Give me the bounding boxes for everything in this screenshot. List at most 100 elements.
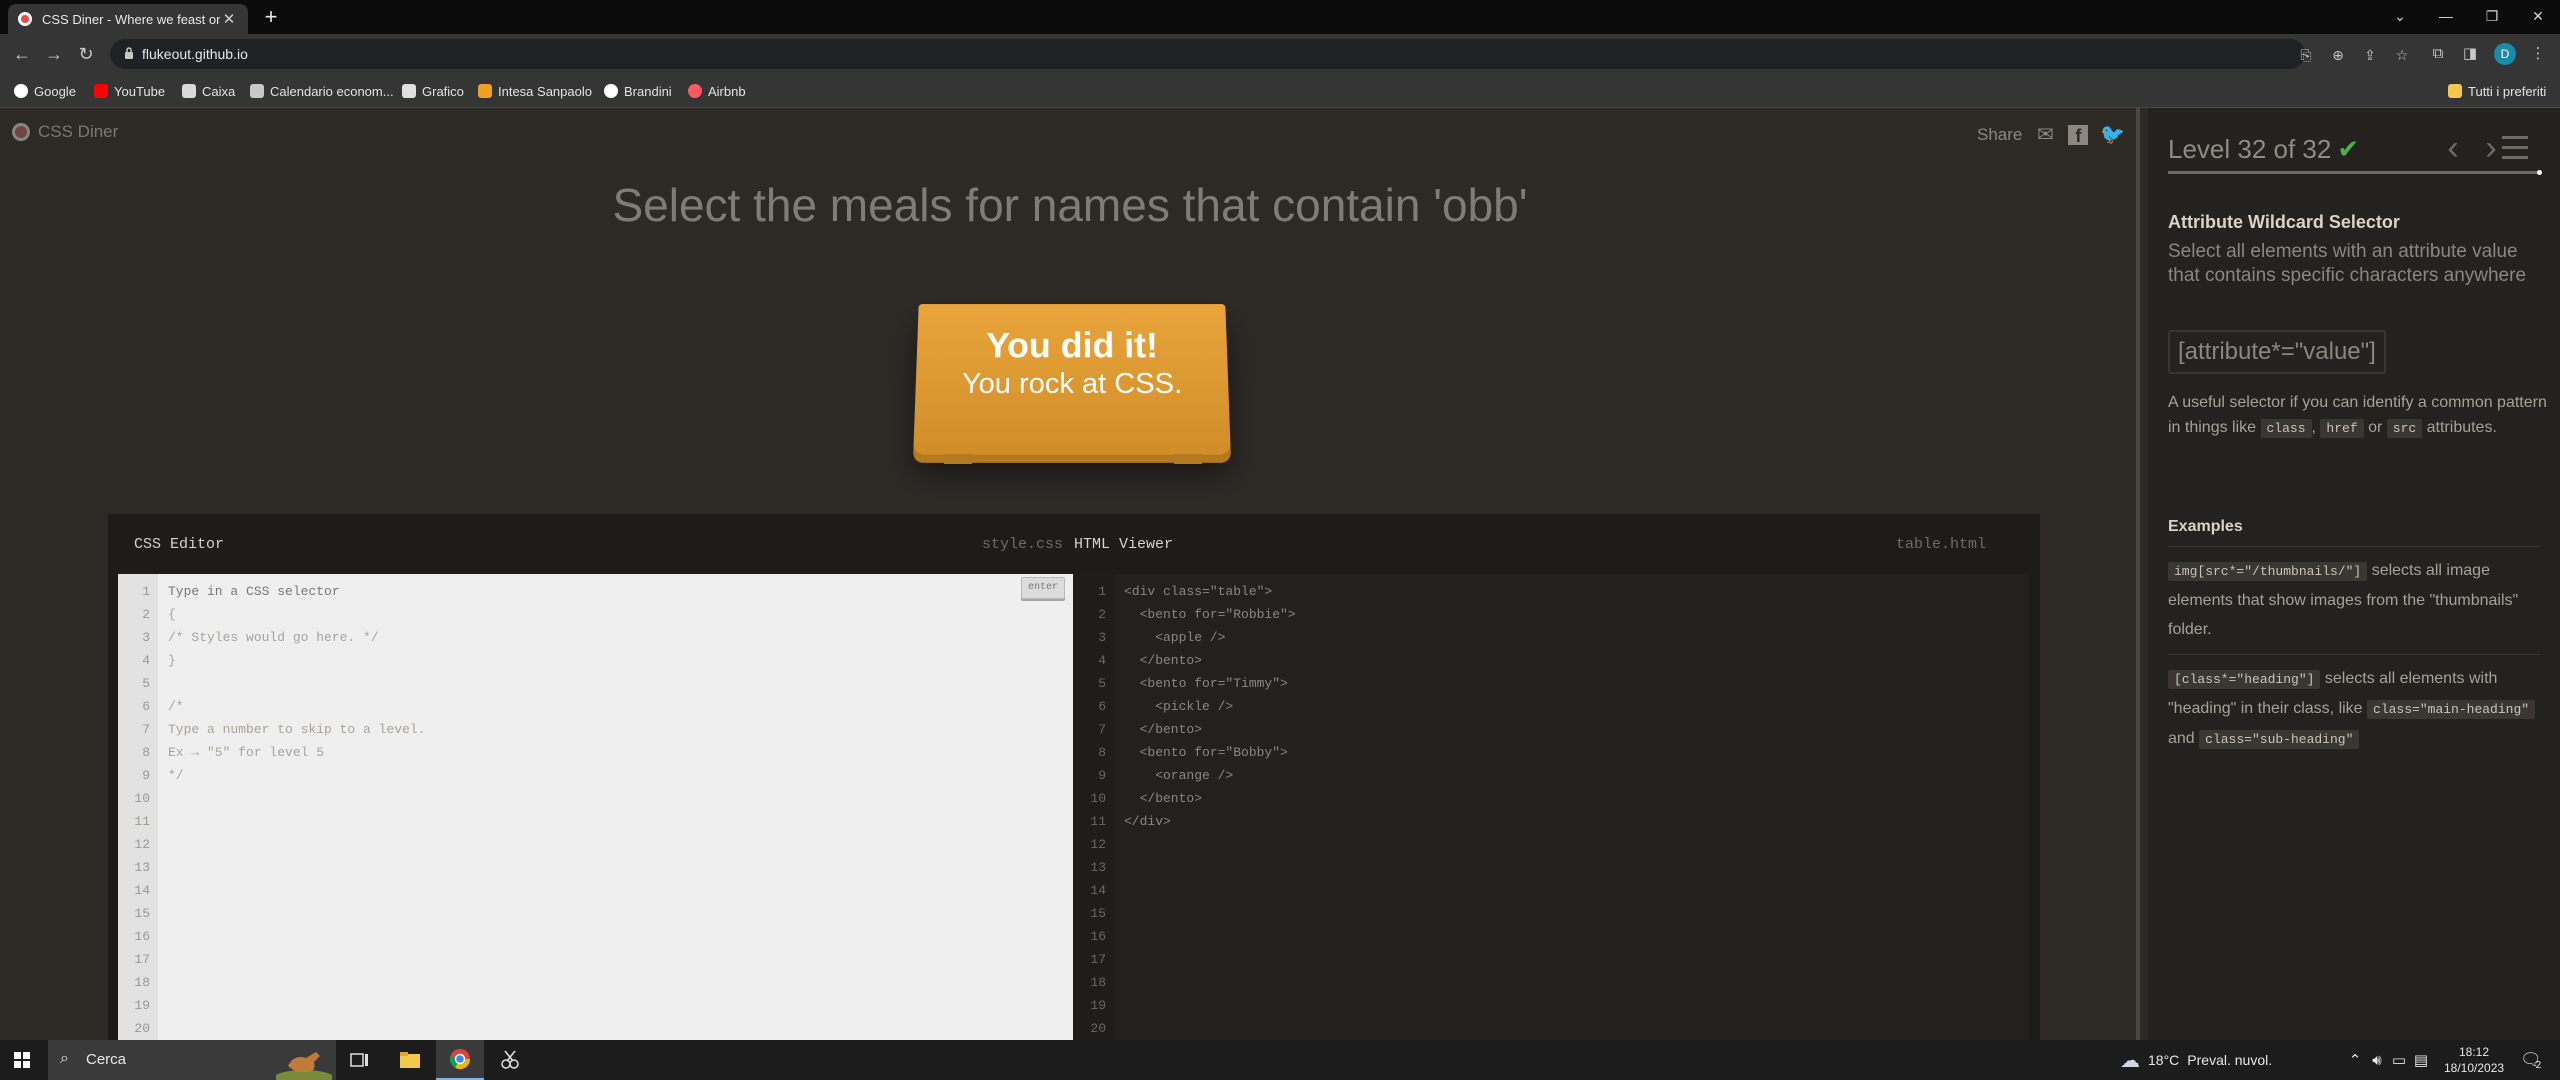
html-code-line[interactable]: <bento for="Timmy"> xyxy=(1124,676,1288,691)
win-submessage: You rock at CSS. xyxy=(961,368,1183,400)
back-arrow-icon[interactable]: ← xyxy=(10,42,34,66)
bookmark-grafico[interactable]: Grafico xyxy=(402,82,464,100)
email-icon[interactable]: ✉ xyxy=(2034,122,2056,147)
line-number: 3 xyxy=(1098,630,1106,645)
line-number: 14 xyxy=(1090,883,1106,898)
line-number: 17 xyxy=(1090,952,1106,967)
line-number: 19 xyxy=(1090,998,1106,1013)
all-bookmarks[interactable]: Tutti i preferiti xyxy=(2448,82,2546,100)
level-sidebar: Level 32 of 32 ✔ ‹ › Attribute Wildcard S… xyxy=(2148,108,2560,1040)
minimize-button[interactable]: — xyxy=(2426,4,2466,28)
snipping-tool-icon[interactable] xyxy=(486,1040,534,1080)
weather-cloud-icon: ☁ xyxy=(2120,1049,2140,1072)
selector-hint: A useful selector if you can identify a … xyxy=(2168,394,2547,438)
css-selector-input[interactable]: Type in a CSS selector xyxy=(168,584,340,599)
taskbar-search[interactable]: ⌕ Cerca xyxy=(48,1040,336,1080)
clock[interactable]: 18:12 18/10/2023 xyxy=(2444,1044,2504,1076)
page: CSS Diner Share ✉ f 🐦 Select the meals f… xyxy=(0,108,2560,1040)
close-window-button[interactable]: ✕ xyxy=(2518,4,2558,28)
restore-button[interactable]: ❐ xyxy=(2472,4,2512,28)
logo-text: CSS Diner xyxy=(38,122,119,141)
notifications-icon[interactable]: 🗨︎ 2 xyxy=(2520,1040,2542,1080)
level-menu-icon[interactable] xyxy=(2502,136,2528,162)
bookmark-airbnb[interactable]: Airbnb xyxy=(688,82,746,100)
bookmark-star-icon[interactable]: ☆ xyxy=(2393,46,2411,64)
line-number: 17 xyxy=(134,952,150,967)
forward-arrow-icon[interactable]: → xyxy=(42,42,66,66)
side-panel-icon[interactable]: ◨ xyxy=(2458,42,2482,66)
translate-icon[interactable]: ⎘ xyxy=(2297,46,2315,64)
weather-widget[interactable]: ☁ 18°C Preval. nuvol. xyxy=(2120,1040,2272,1080)
facebook-icon[interactable]: f xyxy=(2068,124,2089,146)
html-code-line[interactable]: <bento for="Bobby"> xyxy=(1124,745,1288,760)
windows-start-icon[interactable] xyxy=(14,1052,30,1068)
line-number: 13 xyxy=(1090,860,1106,875)
css-code-line: Ex → "5" for level 5 xyxy=(168,745,325,760)
html-code-line[interactable]: </div> xyxy=(1124,814,1171,829)
twitter-icon[interactable]: 🐦 xyxy=(2100,122,2125,147)
page-scrollbar[interactable] xyxy=(2136,108,2140,1040)
bookmark-brandini[interactable]: Brandini xyxy=(604,82,672,100)
bookmark-intesa[interactable]: Intesa Sanpaolo xyxy=(478,82,592,100)
share-page-icon[interactable]: ⇪ xyxy=(2361,46,2379,64)
html-code-line[interactable]: <bento for="Robbie"> xyxy=(1124,607,1296,622)
line-number: 8 xyxy=(1098,745,1106,760)
css-code-line: } xyxy=(168,653,176,668)
volume-icon[interactable]: 🔊︎ xyxy=(2366,1052,2388,1069)
profile-avatar[interactable]: D xyxy=(2494,43,2516,65)
extensions-icon[interactable]: ⧉ xyxy=(2426,42,2450,66)
address-bar[interactable]: flukeout.github.io ⎘ ⊕ ⇪ ☆ xyxy=(110,39,2408,69)
html-code-line[interactable]: <apple /> xyxy=(1124,630,1225,645)
new-tab-button[interactable]: + xyxy=(260,6,282,28)
browser-menu-icon[interactable]: ⋮ xyxy=(2526,42,2550,66)
chevron-up-icon[interactable]: ⌃ xyxy=(2344,1051,2366,1069)
line-number: 16 xyxy=(1090,929,1106,944)
selector-syntax: [attribute*="value"] xyxy=(2168,330,2386,374)
line-number: 7 xyxy=(142,722,150,737)
html-line-gutter: 1 2 3 4 5 6 7 8 9 10 11 12 13 14 15 16 17 18 19 20 xyxy=(1074,574,1114,1040)
bookmark-caixa[interactable]: Caixa xyxy=(182,82,235,100)
html-code-line[interactable]: <orange /> xyxy=(1124,768,1233,783)
html-code-line[interactable]: </bento> xyxy=(1124,653,1202,668)
battery-icon[interactable]: ▭ xyxy=(2388,1051,2410,1069)
file-explorer-icon[interactable] xyxy=(386,1040,434,1080)
browser-tabstrip: CSS Diner - Where we feast on C ✕ + ⌄ — … xyxy=(0,0,2560,34)
weather-text: Preval. nuvol. xyxy=(2187,1052,2273,1068)
css-code-line: { xyxy=(168,607,176,622)
next-level-arrow-icon[interactable]: › xyxy=(2478,131,2504,165)
css-editor-header: CSS Editor style.css xyxy=(108,514,1074,564)
previous-level-arrow-icon[interactable]: ‹ xyxy=(2440,131,2466,165)
game-area: CSS Diner Share ✉ f 🐦 Select the meals f… xyxy=(0,108,2140,1040)
line-number: 10 xyxy=(1090,791,1106,806)
network-icon[interactable]: ▤ xyxy=(2410,1051,2432,1069)
css-editor-title: CSS Editor xyxy=(134,536,225,553)
chrome-icon[interactable] xyxy=(436,1040,484,1080)
browser-tab[interactable]: CSS Diner - Where we feast on C ✕ xyxy=(8,4,248,34)
html-code-line[interactable]: <pickle /> xyxy=(1124,699,1233,714)
table-leg xyxy=(1174,454,1202,464)
html-code-line[interactable]: <div class="table"> xyxy=(1124,584,1272,599)
task-view-icon[interactable] xyxy=(336,1040,384,1080)
divider xyxy=(2168,546,2540,547)
css-code-line: */ xyxy=(168,768,184,783)
reload-icon[interactable]: ↻ xyxy=(74,42,98,66)
table-leg xyxy=(944,454,972,464)
bookmark-calendario[interactable]: Calendario econom... xyxy=(250,82,394,100)
html-code-line[interactable]: </bento> xyxy=(1124,722,1202,737)
code-tag: href xyxy=(2320,419,2364,438)
examples-title: Examples xyxy=(2168,518,2243,535)
globe-icon xyxy=(604,84,618,98)
tab-search-icon[interactable]: ⌄ xyxy=(2380,4,2420,28)
caixa-icon xyxy=(182,84,196,98)
search-highlight-image xyxy=(276,1052,332,1080)
close-tab-icon[interactable]: ✕ xyxy=(220,10,238,28)
enter-button[interactable]: enter xyxy=(1021,577,1065,599)
win-message: You did it! xyxy=(985,325,1159,366)
line-number: 18 xyxy=(134,975,150,990)
tab-title: CSS Diner - Where we feast on C xyxy=(42,11,220,27)
logo[interactable]: CSS Diner xyxy=(12,122,118,142)
zoom-icon[interactable]: ⊕ xyxy=(2329,46,2347,64)
html-code-line[interactable]: </bento> xyxy=(1124,791,1202,806)
bookmark-youtube[interactable]: YouTube xyxy=(94,82,165,100)
bookmark-google[interactable]: Google xyxy=(14,82,76,100)
